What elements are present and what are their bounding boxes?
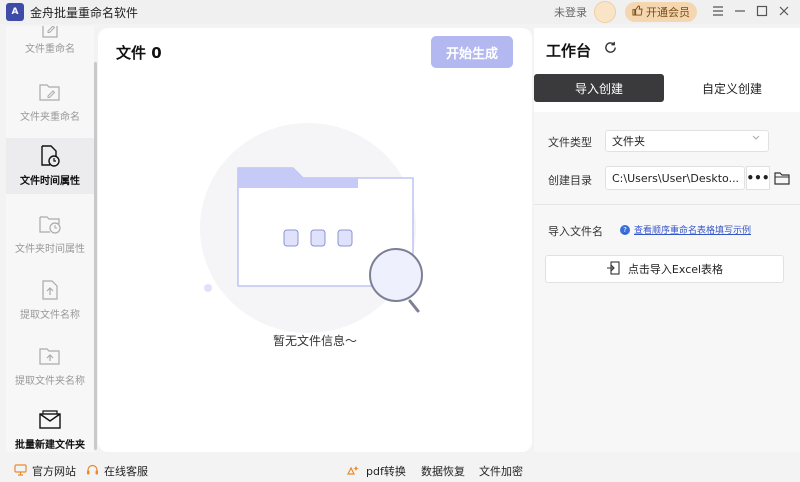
- official-site-label: 官方网站: [32, 465, 76, 478]
- sidebar-item-extract-file-name[interactable]: 提取文件名称: [6, 274, 94, 328]
- sidebar-item-batch-new-folder[interactable]: 批量新建文件夹: [6, 406, 94, 452]
- sidebar-item-label: 批量新建文件夹: [15, 440, 85, 451]
- sidebar-item-folder-time[interactable]: 文件夹时间属性: [6, 208, 94, 262]
- thumbs-up-icon: [632, 5, 643, 19]
- import-name-label: 导入文件名: [548, 225, 603, 238]
- import-icon: [606, 260, 620, 278]
- pdf-convert-link[interactable]: pdf转换: [345, 463, 406, 479]
- empty-message: 暂无文件信息～: [272, 334, 357, 348]
- import-excel-label: 点击导入Excel表格: [627, 263, 724, 276]
- vip-label: 开通会员: [646, 6, 690, 19]
- start-generate-button[interactable]: 开始生成: [431, 36, 513, 68]
- file-count: 文件 0: [116, 44, 162, 62]
- avatar[interactable]: [594, 1, 616, 23]
- data-recovery-label: 数据恢复: [421, 465, 465, 478]
- sidebar-item-label: 提取文件夹名称: [15, 376, 85, 387]
- maximize-icon[interactable]: [753, 2, 771, 20]
- folder-edit-icon: [39, 80, 61, 104]
- sidebar-item-extract-folder-name[interactable]: 提取文件夹名称: [6, 340, 94, 394]
- example-help-text: 查看顺序重命名表格填写示例: [634, 226, 752, 236]
- file-type-select[interactable]: 文件夹: [605, 130, 769, 152]
- sidebar-item-label: 文件夹重命名: [20, 112, 80, 123]
- sidebar-item-file-rename[interactable]: 文件重命名: [6, 26, 94, 62]
- sidebar-item-folder-rename[interactable]: 文件夹重命名: [6, 76, 94, 130]
- app-logo: A: [6, 3, 24, 21]
- workbench-title: 工作台: [546, 42, 592, 60]
- example-help-link[interactable]: ? 查看顺序重命名表格填写示例: [620, 223, 751, 236]
- sidebar-scrollbar[interactable]: [94, 62, 97, 450]
- file-clock-icon: [39, 144, 61, 168]
- minimize-icon[interactable]: [731, 2, 749, 20]
- sparkle-icon: [345, 464, 361, 479]
- online-service-label: 在线客服: [104, 465, 148, 478]
- login-status[interactable]: 未登录: [554, 4, 587, 20]
- file-list-panel: 文件 0 开始生成 暂无文件信息～: [98, 28, 532, 452]
- online-service-link[interactable]: 在线客服: [86, 463, 148, 479]
- empty-folder-illustration: [200, 123, 423, 333]
- workbench-panel: 工作台 导入创建 自定义创建 文件类型 文件夹 创建目录 C:\Users\Us…: [534, 28, 800, 452]
- file-type-value: 文件夹: [612, 135, 645, 148]
- headset-icon: [86, 464, 99, 479]
- file-encrypt-label: 文件加密: [479, 465, 523, 478]
- menu-icon[interactable]: [709, 2, 727, 20]
- sidebar-item-label: 文件时间属性: [20, 176, 80, 187]
- create-dir-input[interactable]: C:\Users\User\Deskto...: [605, 166, 745, 190]
- open-folder-icon[interactable]: [774, 170, 790, 185]
- data-recovery-link[interactable]: 数据恢复: [421, 463, 465, 479]
- create-dir-label: 创建目录: [548, 174, 592, 187]
- tab-import-create[interactable]: 导入创建: [534, 74, 664, 102]
- monitor-icon: [14, 463, 27, 479]
- refresh-icon[interactable]: [604, 41, 617, 58]
- app-title: 金舟批量重命名软件: [30, 5, 139, 20]
- browse-more-button[interactable]: •••: [746, 166, 770, 190]
- bottom-bar: 官方网站 在线客服 pdf转换 数据恢复 文件加密: [0, 458, 800, 482]
- chevron-down-icon: [752, 134, 760, 144]
- file-encrypt-link[interactable]: 文件加密: [479, 463, 523, 479]
- divider: [534, 204, 800, 205]
- close-icon[interactable]: [775, 2, 793, 20]
- folder-upload-icon: [39, 344, 61, 368]
- folder-clock-icon: [39, 212, 61, 236]
- tab-custom-create[interactable]: 自定义创建: [667, 74, 797, 102]
- sidebar-item-label: 提取文件名称: [20, 310, 80, 321]
- file-type-label: 文件类型: [548, 136, 592, 149]
- sidebar-item-file-time[interactable]: 文件时间属性: [6, 138, 94, 194]
- file-upload-icon: [39, 278, 61, 302]
- help-icon: ?: [620, 224, 630, 235]
- import-excel-button[interactable]: 点击导入Excel表格: [545, 255, 784, 283]
- pdf-convert-label: pdf转换: [366, 465, 406, 478]
- sidebar: 文件重命名 文件夹重命名 文件时间属性 文件夹时间属性 提取文件名称 提取文件夹…: [6, 26, 94, 452]
- sidebar-item-label: 文件夹时间属性: [15, 244, 85, 255]
- folder-mail-icon: [39, 408, 61, 432]
- official-site-link[interactable]: 官方网站: [14, 463, 76, 479]
- sidebar-item-label: 文件重命名: [25, 44, 75, 55]
- vip-button[interactable]: 开通会员: [625, 2, 697, 22]
- title-bar: A 金舟批量重命名软件 未登录 开通会员: [0, 0, 800, 24]
- file-edit-icon: [39, 26, 61, 40]
